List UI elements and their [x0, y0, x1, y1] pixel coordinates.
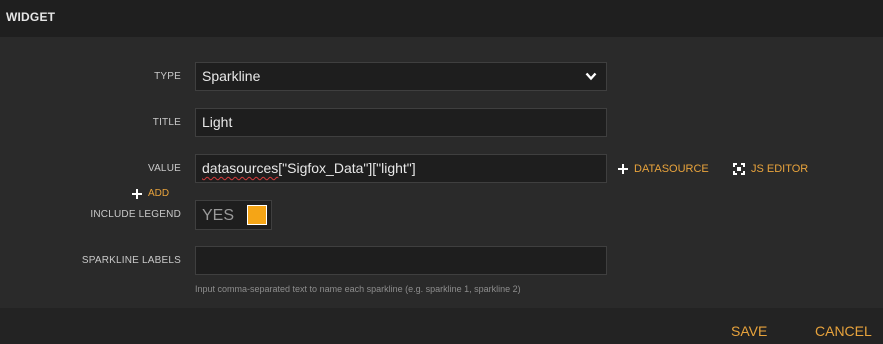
- datasource-button[interactable]: DATASOURCE: [618, 163, 709, 175]
- js-editor-button-label: JS EDITOR: [751, 163, 809, 175]
- sparkline-labels-input[interactable]: [195, 246, 607, 275]
- add-value-button-label: ADD: [148, 188, 170, 199]
- dialog-title: WIDGET: [6, 10, 56, 24]
- sparkline-labels-label: SPARKLINE LABELS: [81, 255, 181, 266]
- sparkline-labels-hint: Input comma-separated text to name each …: [195, 284, 521, 294]
- plus-icon: [618, 164, 628, 174]
- include-legend-label: INCLUDE LEGEND: [90, 209, 181, 220]
- title-input-value: Light: [202, 114, 233, 130]
- value-input[interactable]: datasources["Sigfox_Data"]["light"]: [195, 154, 607, 183]
- include-legend-toggle-text: YES: [202, 207, 235, 224]
- value-input-spellcheck-word: datasources: [202, 160, 279, 176]
- title-input[interactable]: Light: [195, 108, 607, 137]
- title-label: TITLE: [152, 117, 181, 128]
- include-legend-toggle[interactable]: YES: [195, 200, 272, 230]
- datasource-button-label: DATASOURCE: [634, 163, 709, 175]
- dialog-header: WIDGET: [0, 0, 883, 37]
- cancel-button[interactable]: CANCEL: [815, 323, 872, 339]
- toggle-knob: [247, 205, 267, 225]
- value-label: VALUE: [147, 163, 181, 174]
- add-value-button[interactable]: ADD: [132, 188, 169, 199]
- save-button[interactable]: SAVE: [731, 323, 767, 339]
- value-input-rest: ["Sigfox_Data"]["light"]: [278, 160, 416, 176]
- chevron-down-icon: [585, 72, 597, 81]
- js-editor-button[interactable]: JS EDITOR: [733, 163, 808, 175]
- type-label: TYPE: [154, 71, 181, 82]
- expand-icon: [733, 163, 745, 175]
- plus-icon: [132, 188, 142, 199]
- type-select-value: Sparkline: [202, 68, 261, 84]
- type-select[interactable]: Sparkline: [195, 62, 607, 91]
